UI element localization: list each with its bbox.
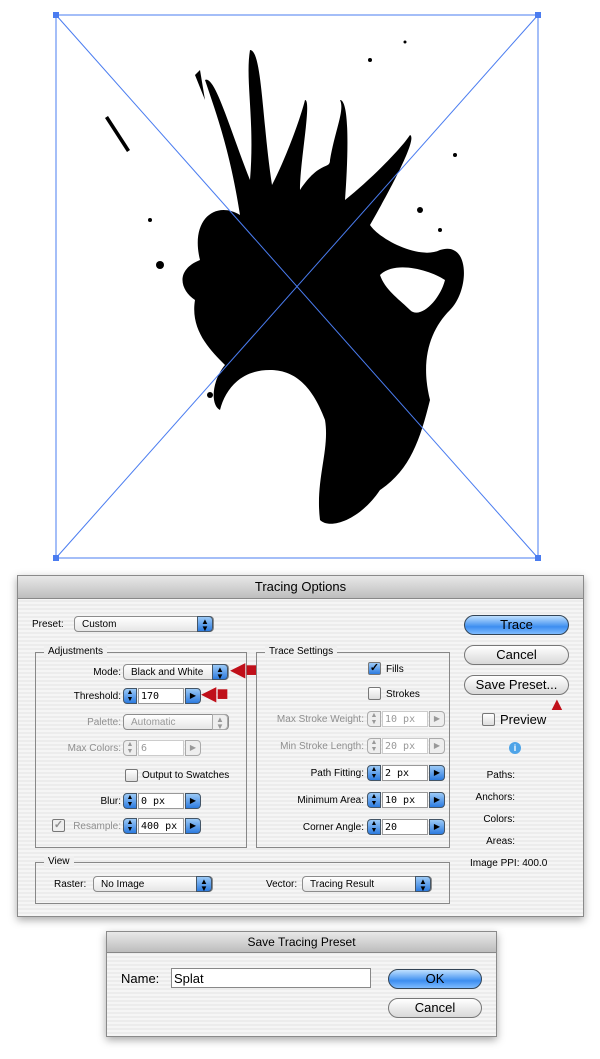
preset-select[interactable]: Custom ▲ ▼ — [74, 616, 214, 633]
trace-settings-group: Trace Settings ✓ Fills Strokes Max Strok… — [256, 646, 450, 848]
red-arrow-icon: ◀■ — [230, 659, 258, 681]
areas-stat: Areas: — [486, 836, 515, 847]
save-preset-dialog: Save Tracing Preset Name: OK Cancel — [106, 931, 497, 1037]
palette-label: Palette: — [87, 717, 121, 728]
raster-select[interactable]: No Image ▲ ▼ — [93, 876, 213, 893]
minimum-area-label: Minimum Area: — [297, 795, 364, 806]
colors-stat: Colors: — [483, 814, 515, 825]
max-colors-label: Max Colors: — [67, 743, 121, 754]
blur-input[interactable] — [138, 793, 184, 809]
mode-select[interactable]: Black and White ▲ ▼ — [123, 664, 229, 681]
max-stroke-weight-stepper[interactable]: ▲▼▶ — [367, 711, 445, 727]
resample-input[interactable] — [138, 818, 184, 834]
group-title: Trace Settings — [265, 646, 338, 657]
anchors-stat: Anchors: — [475, 792, 515, 803]
palette-select[interactable]: Automatic ▲ ▼ — [123, 714, 229, 731]
name-label: Name: — [121, 971, 160, 986]
corner-angle-stepper[interactable]: ▲▼▶ — [367, 819, 445, 835]
min-stroke-length-input[interactable] — [382, 738, 428, 754]
minimum-area-input[interactable] — [382, 792, 428, 808]
preset-value: Custom — [82, 619, 117, 630]
strokes-label: Strokes — [386, 689, 420, 700]
dialog-title: Tracing Options — [18, 576, 583, 599]
palette-value: Automatic — [131, 717, 176, 728]
cancel-button[interactable]: Cancel — [388, 998, 482, 1018]
path-fitting-stepper[interactable]: ▲▼▶ — [367, 765, 445, 781]
chevron-updown-icon: ▲ ▼ — [212, 664, 228, 681]
cancel-button[interactable]: Cancel — [464, 645, 569, 665]
red-arrow-icon: ▲ — [548, 694, 566, 714]
tracing-options-dialog: Tracing Options Preset: Custom ▲ ▼ Adjustm… — [17, 575, 584, 917]
corner-angle-input[interactable] — [382, 819, 428, 835]
trace-button[interactable]: Trace — [464, 615, 569, 635]
path-fitting-input[interactable] — [382, 765, 428, 781]
max-colors-stepper[interactable]: ▲▼▶ — [123, 740, 201, 756]
corner-angle-label: Corner Angle: — [302, 822, 364, 833]
minimum-area-stepper[interactable]: ▲▼▶ — [367, 792, 445, 808]
group-title: View — [44, 856, 74, 867]
mode-label: Mode: — [93, 667, 121, 678]
dialog-title: Save Tracing Preset — [107, 932, 496, 953]
resample-checkbox[interactable]: ✓ — [52, 819, 65, 832]
vector-select[interactable]: Tracing Result ▲ ▼ — [302, 876, 432, 893]
blur-label: Blur: — [100, 796, 121, 807]
threshold-label: Threshold: — [73, 691, 121, 702]
view-group: View Raster: No Image ▲ ▼ Vector: Tracing … — [35, 856, 450, 904]
output-swatches-label: Output to Swatches — [142, 770, 230, 781]
paths-stat: Paths: — [486, 770, 515, 781]
ink-splat — [105, 40, 464, 524]
save-preset-button[interactable]: Save Preset... — [464, 675, 569, 695]
resample-stepper[interactable]: ▲▼▶ — [123, 818, 201, 834]
preset-label: Preset: — [32, 619, 64, 630]
path-fitting-label: Path Fitting: — [310, 768, 364, 779]
name-input[interactable] — [171, 968, 371, 988]
chevron-updown-icon: ▲ ▼ — [212, 714, 228, 731]
ok-button[interactable]: OK — [388, 969, 482, 989]
resample-label: Resample: — [73, 821, 121, 832]
adjustments-group: Adjustments Mode: Black and White ▲ ▼ Thre… — [35, 646, 247, 848]
raster-value: No Image — [101, 879, 145, 890]
preview-label: Preview — [500, 712, 547, 727]
max-stroke-weight-label: Max Stroke Weight: — [276, 714, 364, 725]
max-stroke-weight-input[interactable] — [382, 711, 428, 727]
max-colors-input[interactable] — [138, 740, 184, 756]
output-swatches-checkbox[interactable] — [125, 769, 138, 782]
chevron-updown-icon: ▲ ▼ — [197, 616, 213, 633]
slider-arrow-icon[interactable]: ▶ — [185, 688, 201, 704]
threshold-stepper[interactable]: ▲▼▶ — [123, 688, 201, 704]
red-arrow-icon: ◀■ — [201, 683, 229, 705]
mode-value: Black and White — [131, 667, 204, 678]
vector-label: Vector: — [266, 879, 298, 890]
artboard-splat-image — [53, 12, 541, 561]
threshold-input[interactable] — [138, 688, 184, 704]
group-title: Adjustments — [44, 646, 108, 657]
raster-label: Raster: — [54, 879, 87, 890]
min-stroke-length-stepper[interactable]: ▲▼▶ — [367, 738, 445, 754]
blur-stepper[interactable]: ▲▼▶ — [123, 793, 201, 809]
bounding-box — [55, 14, 539, 559]
chevron-updown-icon: ▲ ▼ — [415, 876, 431, 893]
chevron-updown-icon: ▲ ▼ — [196, 876, 212, 893]
vector-value: Tracing Result — [310, 879, 375, 890]
info-icon: i — [509, 742, 521, 754]
min-stroke-length-label: Min Stroke Length: — [280, 741, 364, 752]
preview-checkbox[interactable] — [482, 713, 495, 726]
fills-label: Fills — [386, 664, 404, 675]
strokes-checkbox[interactable] — [368, 687, 381, 700]
image-ppi-stat: Image PPI: 400.0 — [470, 858, 548, 869]
fills-checkbox[interactable]: ✓ — [368, 662, 381, 675]
